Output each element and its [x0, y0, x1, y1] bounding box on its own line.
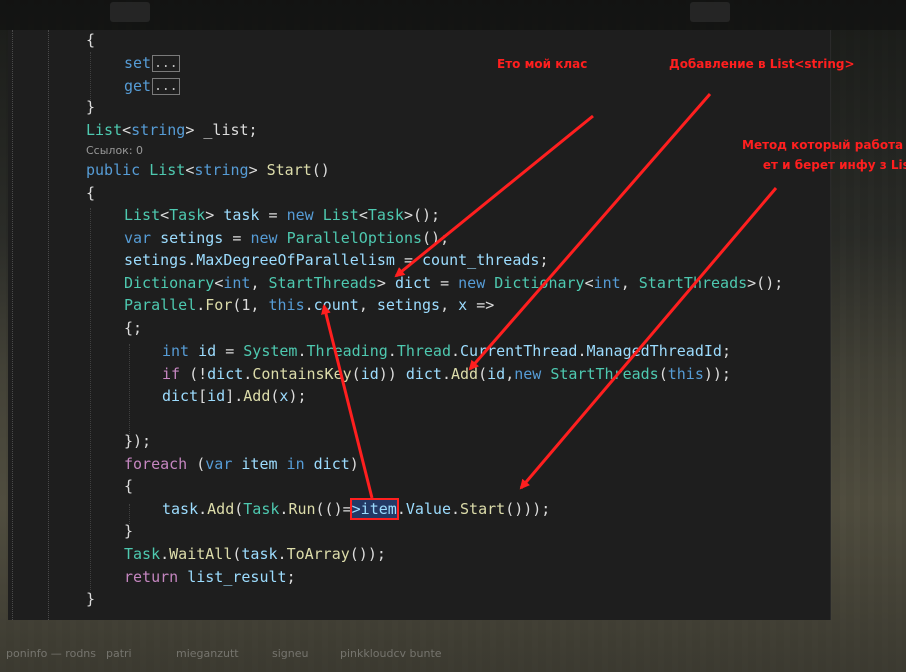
arrow-to-item-start: [519, 187, 778, 490]
arrow-to-dict-add: [468, 93, 712, 371]
annotation-arrows: [321, 93, 778, 499]
arrow-to-startthreads: [394, 114, 594, 278]
arrow-item-to-this-count: [321, 304, 374, 499]
